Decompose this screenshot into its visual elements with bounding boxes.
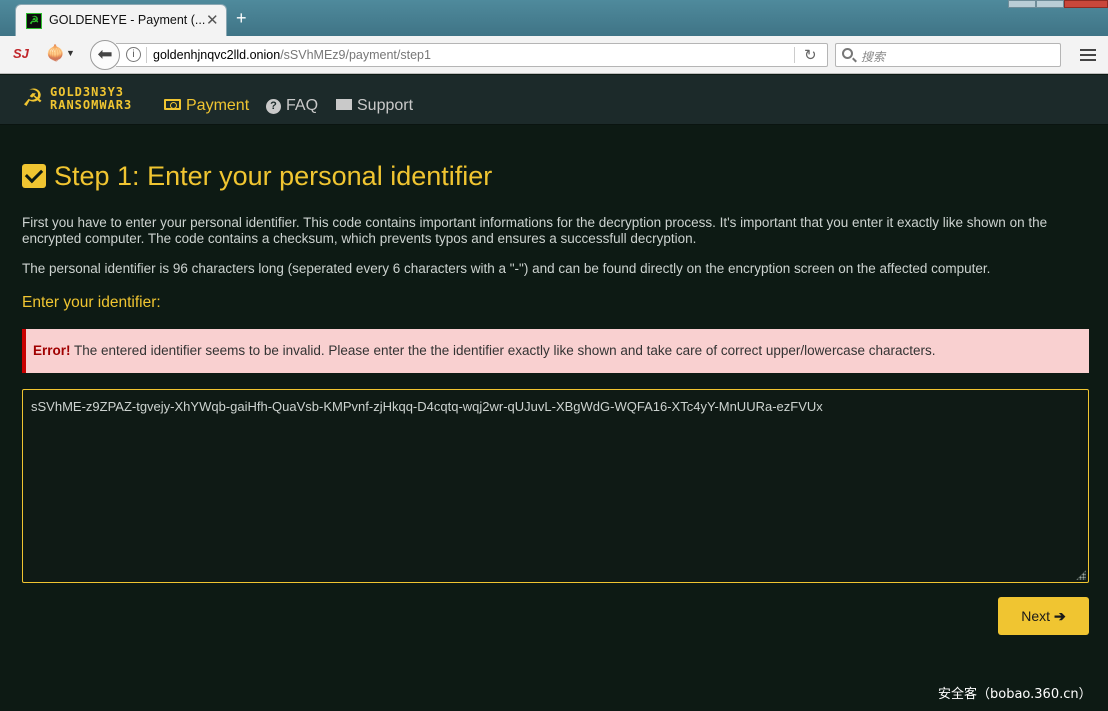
browser-titlebar: ☭ GOLDENEYE - Payment (... ✕ + — [0, 0, 1108, 36]
next-label: Next — [1021, 607, 1051, 624]
menu-line — [1080, 59, 1096, 61]
search-bar[interactable]: 搜索 — [835, 43, 1061, 67]
intro-paragraph: First you have to enter your personal id… — [22, 215, 1048, 246]
url-text[interactable]: goldenhjnqvc2lld.onion/sSVhMEz9/payment/… — [153, 48, 431, 62]
window-close-button[interactable] — [1064, 0, 1108, 8]
url-host: goldenhjnqvc2lld.onion — [153, 48, 281, 62]
nav-payment[interactable]: Payment — [164, 97, 249, 115]
nav-faq[interactable]: ? FAQ — [266, 97, 318, 115]
url-path: /sSVhMEz9/payment/step1 — [280, 48, 431, 62]
tab-title: GOLDENEYE - Payment (... — [49, 13, 206, 27]
search-icon — [842, 48, 853, 59]
question-circle-icon: ? — [266, 99, 281, 114]
identifier-input[interactable] — [22, 389, 1089, 583]
divider — [794, 47, 795, 63]
identifier-label: Enter your identifier: — [22, 294, 161, 311]
close-icon[interactable]: ✕ — [206, 11, 219, 29]
chevron-down-icon[interactable]: ▼ — [66, 48, 75, 58]
error-message: The entered identifier seems to be inval… — [70, 343, 936, 358]
browser-navbar: SJ 🧅 ▼ i goldenhjnqvc2lld.onion/sSVhMEz9… — [0, 36, 1108, 74]
window-controls — [1008, 0, 1108, 8]
hammer-sickle-icon: ☭ — [26, 13, 42, 29]
new-tab-button[interactable]: + — [236, 8, 247, 29]
nav-support[interactable]: Support — [336, 97, 413, 115]
logo-line-2: RANSOMWAR3 — [50, 97, 133, 112]
arrow-left-icon: ⬅ — [97, 44, 113, 64]
logo-text: GOLD3N3Y3 RANSOMWAR3 — [50, 86, 132, 111]
page-title: Step 1: Enter your personal identifier — [54, 161, 493, 191]
hamburger-menu-button[interactable] — [1078, 46, 1098, 62]
site-header: ☭ GOLD3N3Y3 RANSOMWAR3 Payment ? FAQ Supp… — [0, 75, 1108, 125]
nav-support-label: Support — [357, 97, 414, 114]
reload-icon[interactable]: ↻ — [804, 46, 817, 64]
nav-payment-label: Payment — [186, 97, 250, 114]
goldeneye-logo[interactable]: ☭ GOLD3N3Y3 RANSOMWAR3 — [22, 85, 146, 115]
error-alert: Error! The entered identifier seems to b… — [22, 329, 1089, 373]
browser-tab[interactable]: ☭ GOLDENEYE - Payment (... ✕ — [15, 4, 227, 36]
menu-line — [1080, 54, 1096, 56]
next-button[interactable]: Next ➔ — [998, 597, 1089, 635]
search-placeholder: 搜索 — [861, 50, 886, 64]
check-square-icon — [22, 164, 46, 188]
minimize-button[interactable] — [1008, 0, 1036, 8]
maximize-button[interactable] — [1036, 0, 1064, 8]
money-bill-icon — [164, 99, 181, 110]
onion-icon[interactable]: 🧅 — [46, 44, 65, 62]
watermark: 安全客（bobao.360.cn） — [938, 687, 1092, 702]
identifier-info-paragraph: The personal identifier is 96 characters… — [22, 261, 991, 276]
menu-line — [1080, 49, 1096, 51]
url-bar[interactable]: i goldenhjnqvc2lld.onion/sSVhMEz9/paymen… — [116, 43, 828, 67]
info-icon[interactable]: i — [126, 47, 141, 62]
error-title: Error! — [33, 343, 71, 358]
back-button[interactable]: ⬅ — [90, 40, 120, 70]
nav-faq-label: FAQ — [286, 97, 319, 114]
extension-button[interactable]: SJ — [13, 46, 29, 61]
envelope-icon — [336, 99, 352, 110]
divider — [146, 47, 147, 63]
arrow-right-icon: ➔ — [1053, 607, 1066, 624]
logo-line-1: GOLD3N3Y3 — [50, 85, 125, 99]
hammer-sickle-icon: ☭ — [22, 85, 44, 112]
